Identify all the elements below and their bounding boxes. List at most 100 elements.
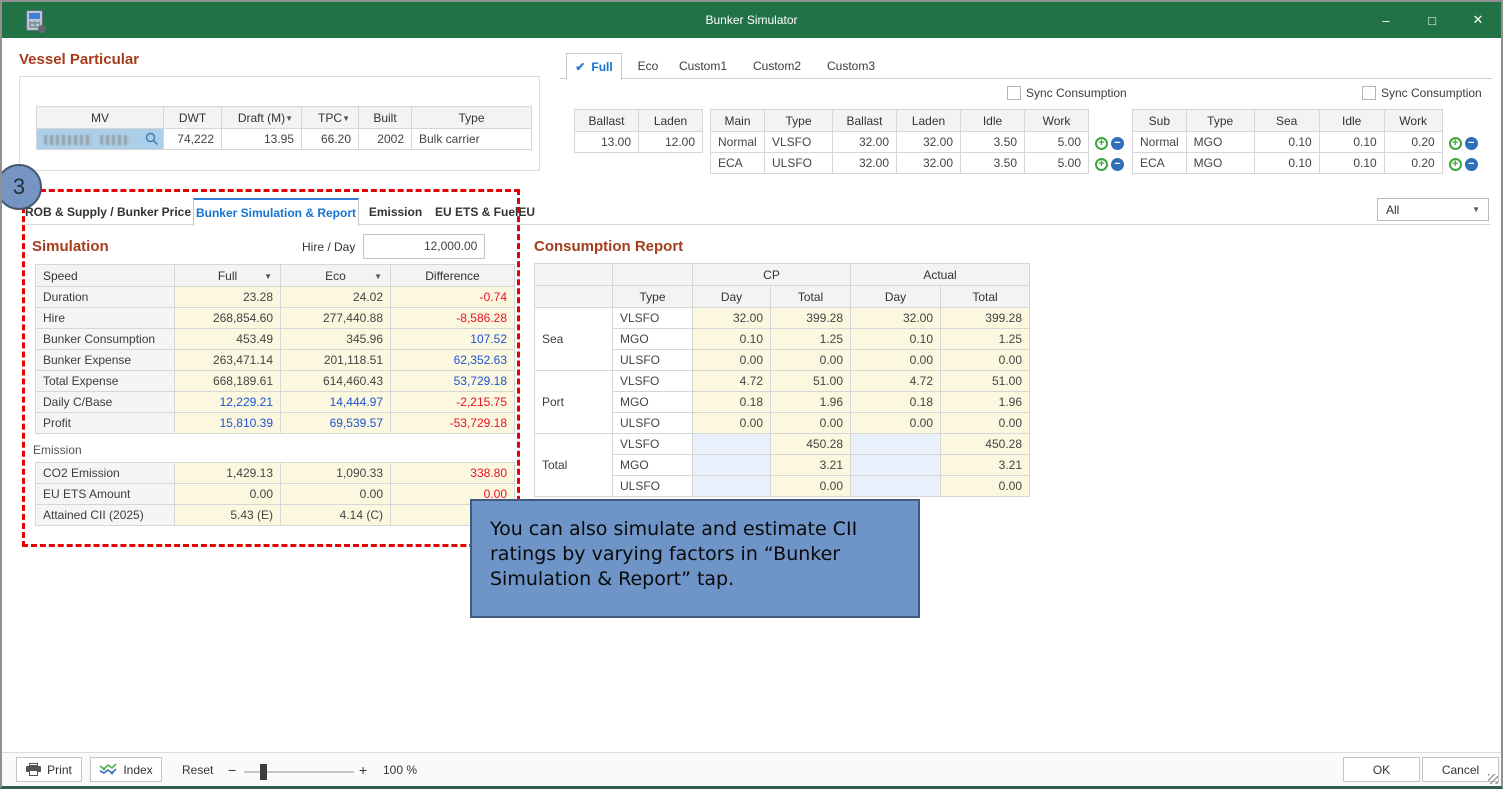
filter-dropdown[interactable]: All ▼ [1377, 198, 1489, 221]
col-full[interactable]: Full▼ [175, 265, 281, 287]
zoom-percentage: 100 % [383, 763, 417, 777]
table-row: Duration23.2824.02-0.74 [36, 287, 515, 308]
vessel-particular-panel: MV DWT Draft (M)▼ TPC▼ Built Type [19, 76, 540, 171]
zoom-in-icon[interactable]: + [359, 762, 367, 778]
printer-icon [26, 763, 41, 776]
table-row: Bunker Consumption453.49345.96107.52 [36, 329, 515, 350]
col-type: Type [765, 110, 833, 132]
add-row-icon[interactable]: + [1449, 137, 1462, 150]
col-work: Work [1384, 110, 1442, 132]
tab-custom2[interactable]: Custom2 [746, 53, 808, 79]
speed-laden[interactable]: 12.00 [639, 132, 703, 153]
add-row-icon[interactable]: + [1095, 137, 1108, 150]
col-actual-total: Total [941, 286, 1030, 308]
table-row: SeaVLSFO32.00399.2832.00399.28 [535, 308, 1030, 329]
col-sub: Sub [1133, 110, 1187, 132]
ok-button[interactable]: OK [1343, 757, 1420, 782]
consumption-report-title: Consumption Report [534, 238, 683, 255]
remove-row-icon[interactable]: − [1111, 158, 1124, 171]
chevron-down-icon: ▼ [1472, 205, 1480, 214]
annotation-tooltip: You can also simulate and estimate CII r… [470, 499, 920, 618]
tab-rob-supply[interactable]: ROB & Supply / Bunker Price [23, 199, 193, 225]
dropdown-arrow-icon[interactable]: ▼ [264, 272, 272, 281]
maximize-icon[interactable]: □ [1409, 2, 1455, 38]
titlebar: Bunker Simulator – □ ✕ [2, 2, 1501, 38]
col-idle: Idle [961, 110, 1025, 132]
speed-ballast[interactable]: 13.00 [575, 132, 639, 153]
simulation-title: Simulation [32, 238, 109, 255]
col-actual-day: Day [851, 286, 941, 308]
col-type: Type [1186, 110, 1254, 132]
col-cp-day: Day [693, 286, 771, 308]
zoom-out-icon[interactable]: − [228, 762, 236, 778]
table-row: Normal VLSFO 32.00 32.00 3.50 5.00 +− [711, 132, 1127, 153]
sync-consumption-2[interactable]: Sync Consumption [1362, 86, 1482, 100]
dropdown-arrow-icon[interactable]: ▼ [285, 114, 293, 123]
col-work: Work [1025, 110, 1089, 132]
simulation-table: Speed Full▼ Eco▼ Difference Duration23.2… [35, 264, 515, 434]
close-icon[interactable]: ✕ [1455, 2, 1501, 38]
minimize-icon[interactable]: – [1363, 2, 1409, 38]
group-cp: CP [693, 264, 851, 286]
add-row-icon[interactable]: + [1095, 158, 1108, 171]
vessel-draft[interactable]: 13.95 [222, 129, 302, 150]
add-row-icon[interactable]: + [1449, 158, 1462, 171]
col-built: Built [359, 107, 412, 129]
checkmark-icon: ✔ [575, 60, 585, 74]
col-dwt: DWT [164, 107, 222, 129]
col-draft[interactable]: Draft (M)▼ [222, 107, 302, 129]
remove-row-icon[interactable]: − [1111, 137, 1124, 150]
vessel-table: MV DWT Draft (M)▼ TPC▼ Built Type [36, 106, 532, 150]
tab-emission[interactable]: Emission [363, 199, 428, 225]
search-icon[interactable] [145, 132, 159, 149]
vessel-name-field[interactable] [37, 129, 164, 150]
table-row: Bunker Expense263,471.14201,118.5162,352… [36, 350, 515, 371]
emission-section-label: Emission [33, 443, 82, 457]
tab-full[interactable]: ✔ Full [566, 53, 622, 80]
tab-eu-ets-fueleu[interactable]: EU ETS & FuelEU [432, 199, 538, 225]
index-button[interactable]: Index [90, 757, 162, 782]
vessel-built[interactable]: 2002 [359, 129, 412, 150]
table-row: Daily C/Base12,229.2114,444.97-2,215.75 [36, 392, 515, 413]
zoom-slider-thumb[interactable] [260, 764, 267, 780]
col-cp-total: Total [771, 286, 851, 308]
vessel-tpc[interactable]: 66.20 [302, 129, 359, 150]
table-row: TotalVLSFO450.28450.28 [535, 434, 1030, 455]
col-type: Type [613, 286, 693, 308]
dropdown-arrow-icon[interactable]: ▼ [374, 272, 382, 281]
col-eco[interactable]: Eco▼ [281, 265, 391, 287]
checkbox-icon[interactable] [1362, 86, 1376, 100]
checkbox-icon[interactable] [1007, 86, 1021, 100]
dropdown-arrow-icon[interactable]: ▼ [342, 114, 350, 123]
reset-button[interactable]: Reset [182, 763, 213, 777]
index-chart-icon [99, 762, 117, 778]
remove-row-icon[interactable]: − [1465, 158, 1478, 171]
consumption-report-table: CP Actual Type Day Total Day Total SeaVL… [534, 263, 1030, 497]
speed-table: Ballast Laden 13.00 12.00 [574, 109, 703, 153]
sync-consumption-1[interactable]: Sync Consumption [1007, 86, 1127, 100]
col-difference: Difference [391, 265, 515, 287]
col-tpc[interactable]: TPC▼ [302, 107, 359, 129]
hire-day-input[interactable]: 12,000.00 [363, 234, 485, 259]
tab-custom1[interactable]: Custom1 [672, 53, 734, 79]
vessel-name-redacted [44, 135, 92, 145]
table-row: PortVLSFO4.7251.004.7251.00 [535, 371, 1030, 392]
tab-eco[interactable]: Eco [626, 53, 670, 79]
vessel-dwt[interactable]: 74,222 [164, 129, 222, 150]
resize-grip[interactable] [1488, 774, 1498, 784]
col-type: Type [412, 107, 532, 129]
tab-custom3[interactable]: Custom3 [820, 53, 882, 79]
bunker-simulator-window: Bunker Simulator – □ ✕ Vessel Particular… [0, 0, 1503, 789]
print-button[interactable]: Print [16, 757, 82, 782]
table-row: Normal MGO 0.10 0.10 0.20 +− [1133, 132, 1481, 153]
remove-row-icon[interactable]: − [1465, 137, 1478, 150]
tab-bunker-simulation[interactable]: Bunker Simulation & Report [193, 198, 359, 226]
col-speed: Speed [36, 265, 175, 287]
col-ballast: Ballast [575, 110, 639, 132]
footer-bar: Print Index Reset − + 100 % OK Cancel [2, 752, 1501, 786]
table-row: Profit15,810.3969,539.57-53,729.18 [36, 413, 515, 434]
hire-day-label: Hire / Day [302, 240, 355, 254]
vessel-type[interactable]: Bulk carrier [412, 129, 532, 150]
col-laden: Laden [639, 110, 703, 132]
vessel-row: 74,222 13.95 66.20 2002 Bulk carrier [37, 129, 532, 150]
